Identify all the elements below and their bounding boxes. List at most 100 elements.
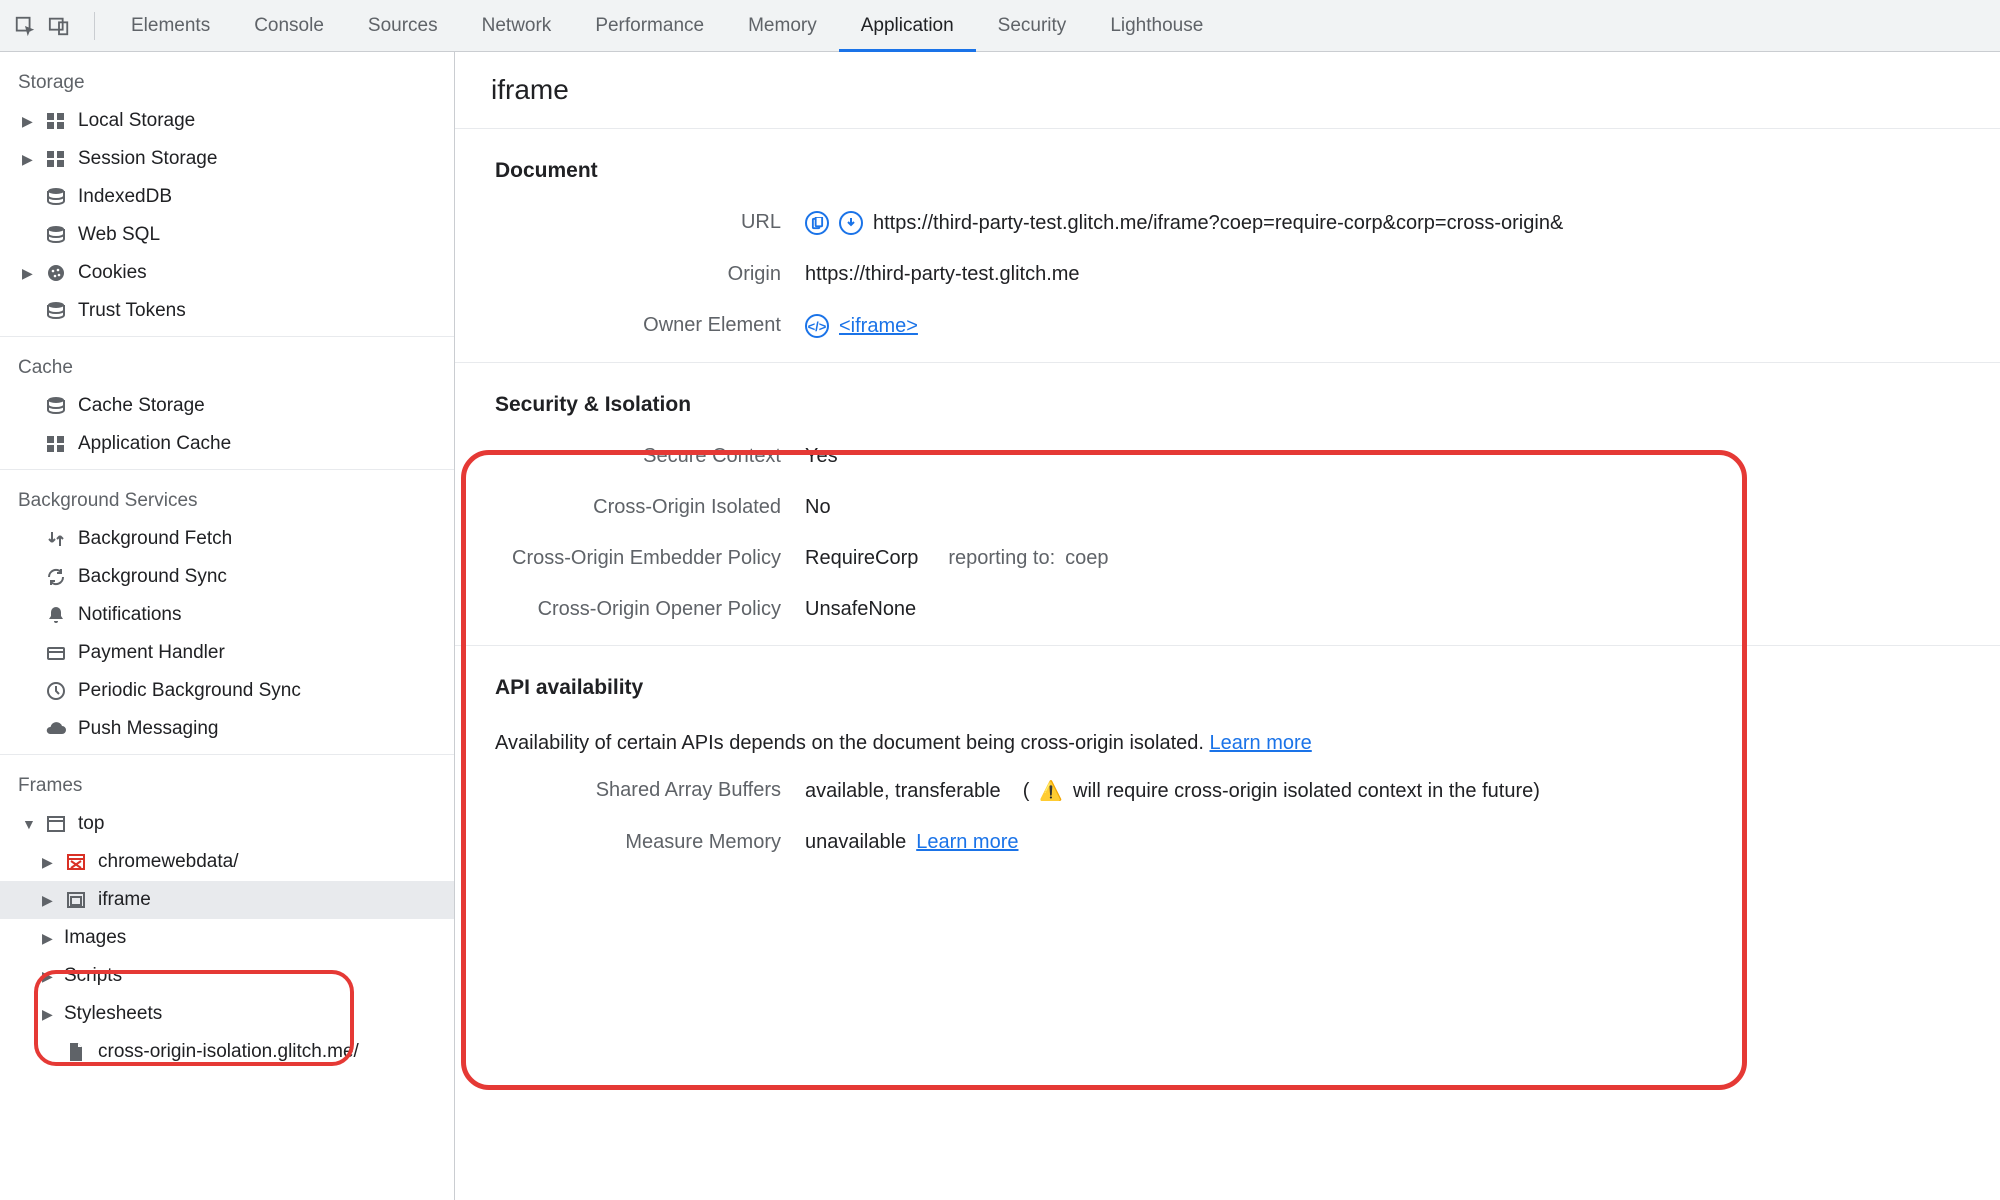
- sidebar-item-session-storage[interactable]: ▶ Session Storage: [0, 140, 454, 178]
- sidebar-item-label: Periodic Background Sync: [78, 680, 301, 702]
- frames-top[interactable]: ▼ top: [0, 805, 454, 843]
- sidebar-item-push-messaging[interactable]: Push Messaging: [0, 710, 454, 748]
- label-coop: Cross-Origin Opener Policy: [495, 598, 805, 621]
- expand-icon[interactable]: ▶: [22, 151, 38, 168]
- warning-icon: ⚠️: [1039, 779, 1063, 803]
- expand-icon[interactable]: ▶: [42, 892, 58, 909]
- sidebar-item-websql[interactable]: Web SQL: [0, 216, 454, 254]
- database-icon: [44, 185, 68, 209]
- learn-more-link[interactable]: Learn more: [916, 831, 1018, 854]
- sab-note: will require cross-origin isolated conte…: [1073, 780, 1540, 803]
- sidebar-item-application-cache[interactable]: Application Cache: [0, 425, 454, 463]
- coep-value: RequireCorp: [805, 547, 918, 570]
- sidebar-item-label: Session Storage: [78, 148, 217, 170]
- frames-scripts[interactable]: ▶ Scripts: [0, 957, 454, 995]
- sidebar-item-label: Trust Tokens: [78, 300, 186, 322]
- section-security-isolation: Security & Isolation: [455, 363, 2000, 431]
- coop-value: UnsafeNone: [805, 598, 916, 621]
- url-value: https://third-party-test.glitch.me/ifram…: [873, 212, 1563, 235]
- embed-frame-icon: [64, 888, 88, 912]
- expand-icon[interactable]: ▶: [42, 854, 58, 871]
- cross-origin-isolated-value: No: [805, 496, 831, 519]
- tab-performance[interactable]: Performance: [573, 0, 726, 52]
- sidebar-item-cookies[interactable]: ▶ Cookies: [0, 254, 454, 292]
- learn-more-link[interactable]: Learn more: [1210, 732, 1312, 754]
- sidebar-item-label: IndexedDB: [78, 186, 172, 208]
- frames-file[interactable]: cross-origin-isolation.glitch.me/: [0, 1033, 454, 1071]
- toolbar-divider: [94, 12, 95, 40]
- sidebar-item-bg-fetch[interactable]: Background Fetch: [0, 520, 454, 558]
- sidebar-item-label: Web SQL: [78, 224, 160, 246]
- divider: [0, 469, 454, 470]
- label-measure-memory: Measure Memory: [495, 831, 805, 854]
- label-owner-element: Owner Element: [495, 314, 805, 337]
- sidebar-item-trust-tokens[interactable]: Trust Tokens: [0, 292, 454, 330]
- sidebar-item-payment-handler[interactable]: Payment Handler: [0, 634, 454, 672]
- sidebar-item-label: top: [78, 813, 104, 835]
- tab-elements[interactable]: Elements: [109, 0, 232, 52]
- label-coep: Cross-Origin Embedder Policy: [495, 547, 805, 570]
- expand-icon[interactable]: ▶: [42, 1006, 58, 1023]
- toggle-device-toolbar-icon[interactable]: [46, 13, 72, 39]
- credit-card-icon: [44, 641, 68, 665]
- inspect-element-icon[interactable]: [12, 13, 38, 39]
- sidebar-section-frames: Frames: [0, 761, 454, 805]
- reveal-icon[interactable]: [839, 211, 863, 235]
- window-icon: [44, 812, 68, 836]
- frames-iframe[interactable]: ▶ iframe: [0, 881, 454, 919]
- secure-context-value: Yes: [805, 445, 838, 468]
- sidebar-item-local-storage[interactable]: ▶ Local Storage: [0, 102, 454, 140]
- tab-lighthouse[interactable]: Lighthouse: [1088, 0, 1225, 52]
- label-secure-context: Secure Context: [495, 445, 805, 468]
- sidebar-item-cache-storage[interactable]: Cache Storage: [0, 387, 454, 425]
- database-icon: [44, 394, 68, 418]
- database-icon: [44, 223, 68, 247]
- copy-icon[interactable]: [805, 211, 829, 235]
- database-icon: [44, 299, 68, 323]
- cloud-icon: [44, 717, 68, 741]
- sync-icon: [44, 565, 68, 589]
- sidebar-item-label: Local Storage: [78, 110, 195, 132]
- tab-network[interactable]: Network: [460, 0, 574, 52]
- bell-icon: [44, 603, 68, 627]
- sidebar-item-notifications[interactable]: Notifications: [0, 596, 454, 634]
- tab-application[interactable]: Application: [839, 0, 976, 52]
- frames-chromewebdata[interactable]: ▶ chromewebdata/: [0, 843, 454, 881]
- sidebar-item-indexeddb[interactable]: IndexedDB: [0, 178, 454, 216]
- sab-note-open: (: [1023, 780, 1030, 803]
- sidebar-item-periodic-sync[interactable]: Periodic Background Sync: [0, 672, 454, 710]
- frames-images[interactable]: ▶ Images: [0, 919, 454, 957]
- tab-console[interactable]: Console: [232, 0, 346, 52]
- frames-stylesheets[interactable]: ▶ Stylesheets: [0, 995, 454, 1033]
- tab-memory[interactable]: Memory: [726, 0, 839, 52]
- cookie-icon: [44, 261, 68, 285]
- element-icon[interactable]: </>: [805, 314, 829, 338]
- sidebar-item-label: Cookies: [78, 262, 147, 284]
- section-document: Document: [455, 129, 2000, 197]
- sidebar-item-bg-sync[interactable]: Background Sync: [0, 558, 454, 596]
- sidebar-item-label: Stylesheets: [64, 1003, 162, 1025]
- storage-icon: [44, 147, 68, 171]
- tab-sources[interactable]: Sources: [346, 0, 460, 52]
- expand-icon[interactable]: ▼: [22, 816, 38, 832]
- sidebar-item-label: Application Cache: [78, 433, 231, 455]
- sidebar-item-label: Background Sync: [78, 566, 227, 588]
- sidebar-section-cache: Cache: [0, 343, 454, 387]
- expand-icon[interactable]: ▶: [22, 265, 38, 282]
- divider: [0, 336, 454, 337]
- sidebar-section-bg-services: Background Services: [0, 476, 454, 520]
- owner-element-link[interactable]: <iframe>: [839, 315, 918, 338]
- expand-icon[interactable]: ▶: [42, 930, 58, 947]
- sidebar-item-label: Cache Storage: [78, 395, 205, 417]
- coep-reporting-value: coep: [1065, 547, 1108, 570]
- expand-icon[interactable]: ▶: [22, 113, 38, 130]
- blocked-frame-icon: [64, 850, 88, 874]
- api-availability-desc: Availability of certain APIs depends on …: [495, 732, 1204, 754]
- document-icon: [64, 1040, 88, 1064]
- storage-icon: [44, 109, 68, 133]
- expand-icon[interactable]: ▶: [42, 968, 58, 985]
- sidebar-item-label: Payment Handler: [78, 642, 225, 664]
- measure-memory-value: unavailable: [805, 831, 906, 854]
- tab-security[interactable]: Security: [976, 0, 1089, 52]
- sidebar-item-label: Images: [64, 927, 126, 949]
